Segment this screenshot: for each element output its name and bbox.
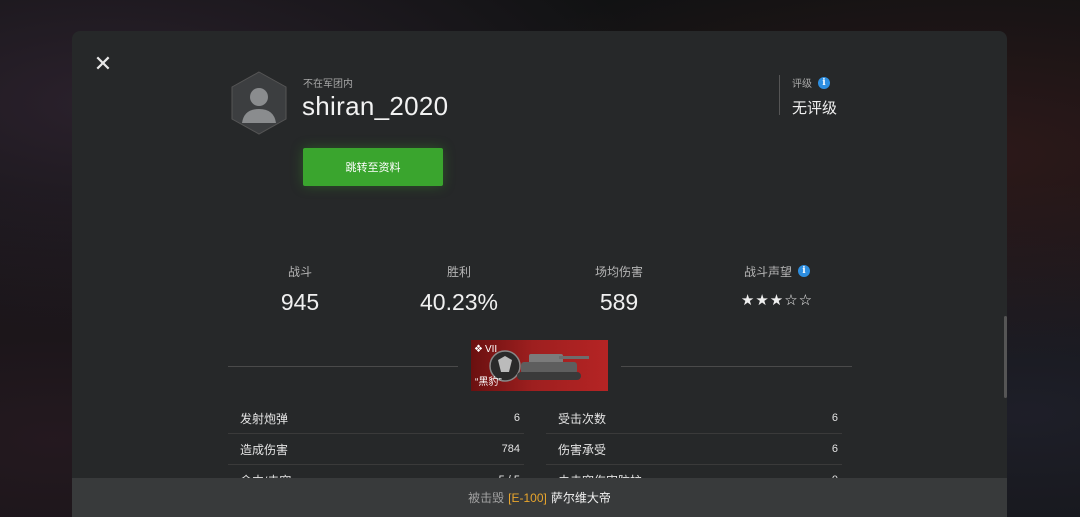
detail-row: 发射炮弹 6 [228,403,524,434]
info-icon[interactable]: i [798,265,810,277]
destroyed-by-bar: 被击毁 [E-100] 萨尔维大帝 [72,478,1007,517]
stat-reputation-label: 战斗声望 [743,264,792,279]
killer-name[interactable]: 萨尔维大帝 [551,489,611,506]
reputation-stars: ★★★☆☆ [740,292,814,309]
stat-avg-damage-label: 场均伤害 [594,264,643,279]
killer-clan-tag: [E-100] [508,490,547,505]
default-avatar-icon [231,71,287,135]
detail-label: 受击次数 [558,411,607,426]
rating-label-text: 评级 [792,79,812,90]
rating-label: 评级 i [792,75,830,90]
info-icon[interactable]: i [818,76,830,89]
stat-victories-label: 胜利 [446,264,471,279]
stat-battles-value: 945 [280,289,320,315]
stat-battles-label: 战斗 [287,264,312,279]
scrollbar[interactable] [1004,316,1007,398]
username: shiran_2020 [302,91,449,121]
detail-label: 造成伤害 [240,442,289,457]
detail-value: 6 [831,443,838,455]
tank-tier: ❖ VII [474,344,497,355]
detail-label: 伤害承受 [558,442,607,457]
divider-right [621,366,852,367]
clan-status: 不在军团内 [303,79,353,90]
close-icon[interactable]: ✕ [92,53,114,75]
rating-divider [779,75,780,115]
destroyed-by-label: 被击毁 [468,491,505,505]
rating-value: 无评级 [792,100,838,117]
detail-row: 受击次数 6 [546,403,842,434]
stat-avg-damage: 场均伤害 589 [549,263,689,316]
detail-row: 造成伤害 784 [228,434,524,465]
stat-victories: 胜利 40.23% [389,263,529,316]
detail-value: 6 [831,412,838,424]
tank-name: “黑豹” [475,377,502,388]
stat-battle-reputation: 战斗声望 i ★★★☆☆ [707,263,847,310]
tier-diamond-icon: ❖ [474,344,483,355]
divider-left [228,366,458,367]
detail-row: 伤害承受 6 [546,434,842,465]
detail-label: 发射炮弹 [240,411,289,426]
stat-battles: 战斗 945 [230,263,370,316]
tank-tier-label: VII [484,344,498,355]
stat-avg-damage-value: 589 [599,289,639,315]
detail-value: 784 [501,443,520,455]
tank-banner: ❖ VII “黑豹” [471,340,608,391]
player-profile-panel: ✕ 不在军团内 shiran_2020 跳转至资料 评级 i 无评级 战斗 94… [72,31,1007,517]
jump-to-profile-button[interactable]: 跳转至资料 [303,148,443,186]
stat-victories-value: 40.23% [419,289,498,315]
detail-value: 6 [513,412,520,424]
